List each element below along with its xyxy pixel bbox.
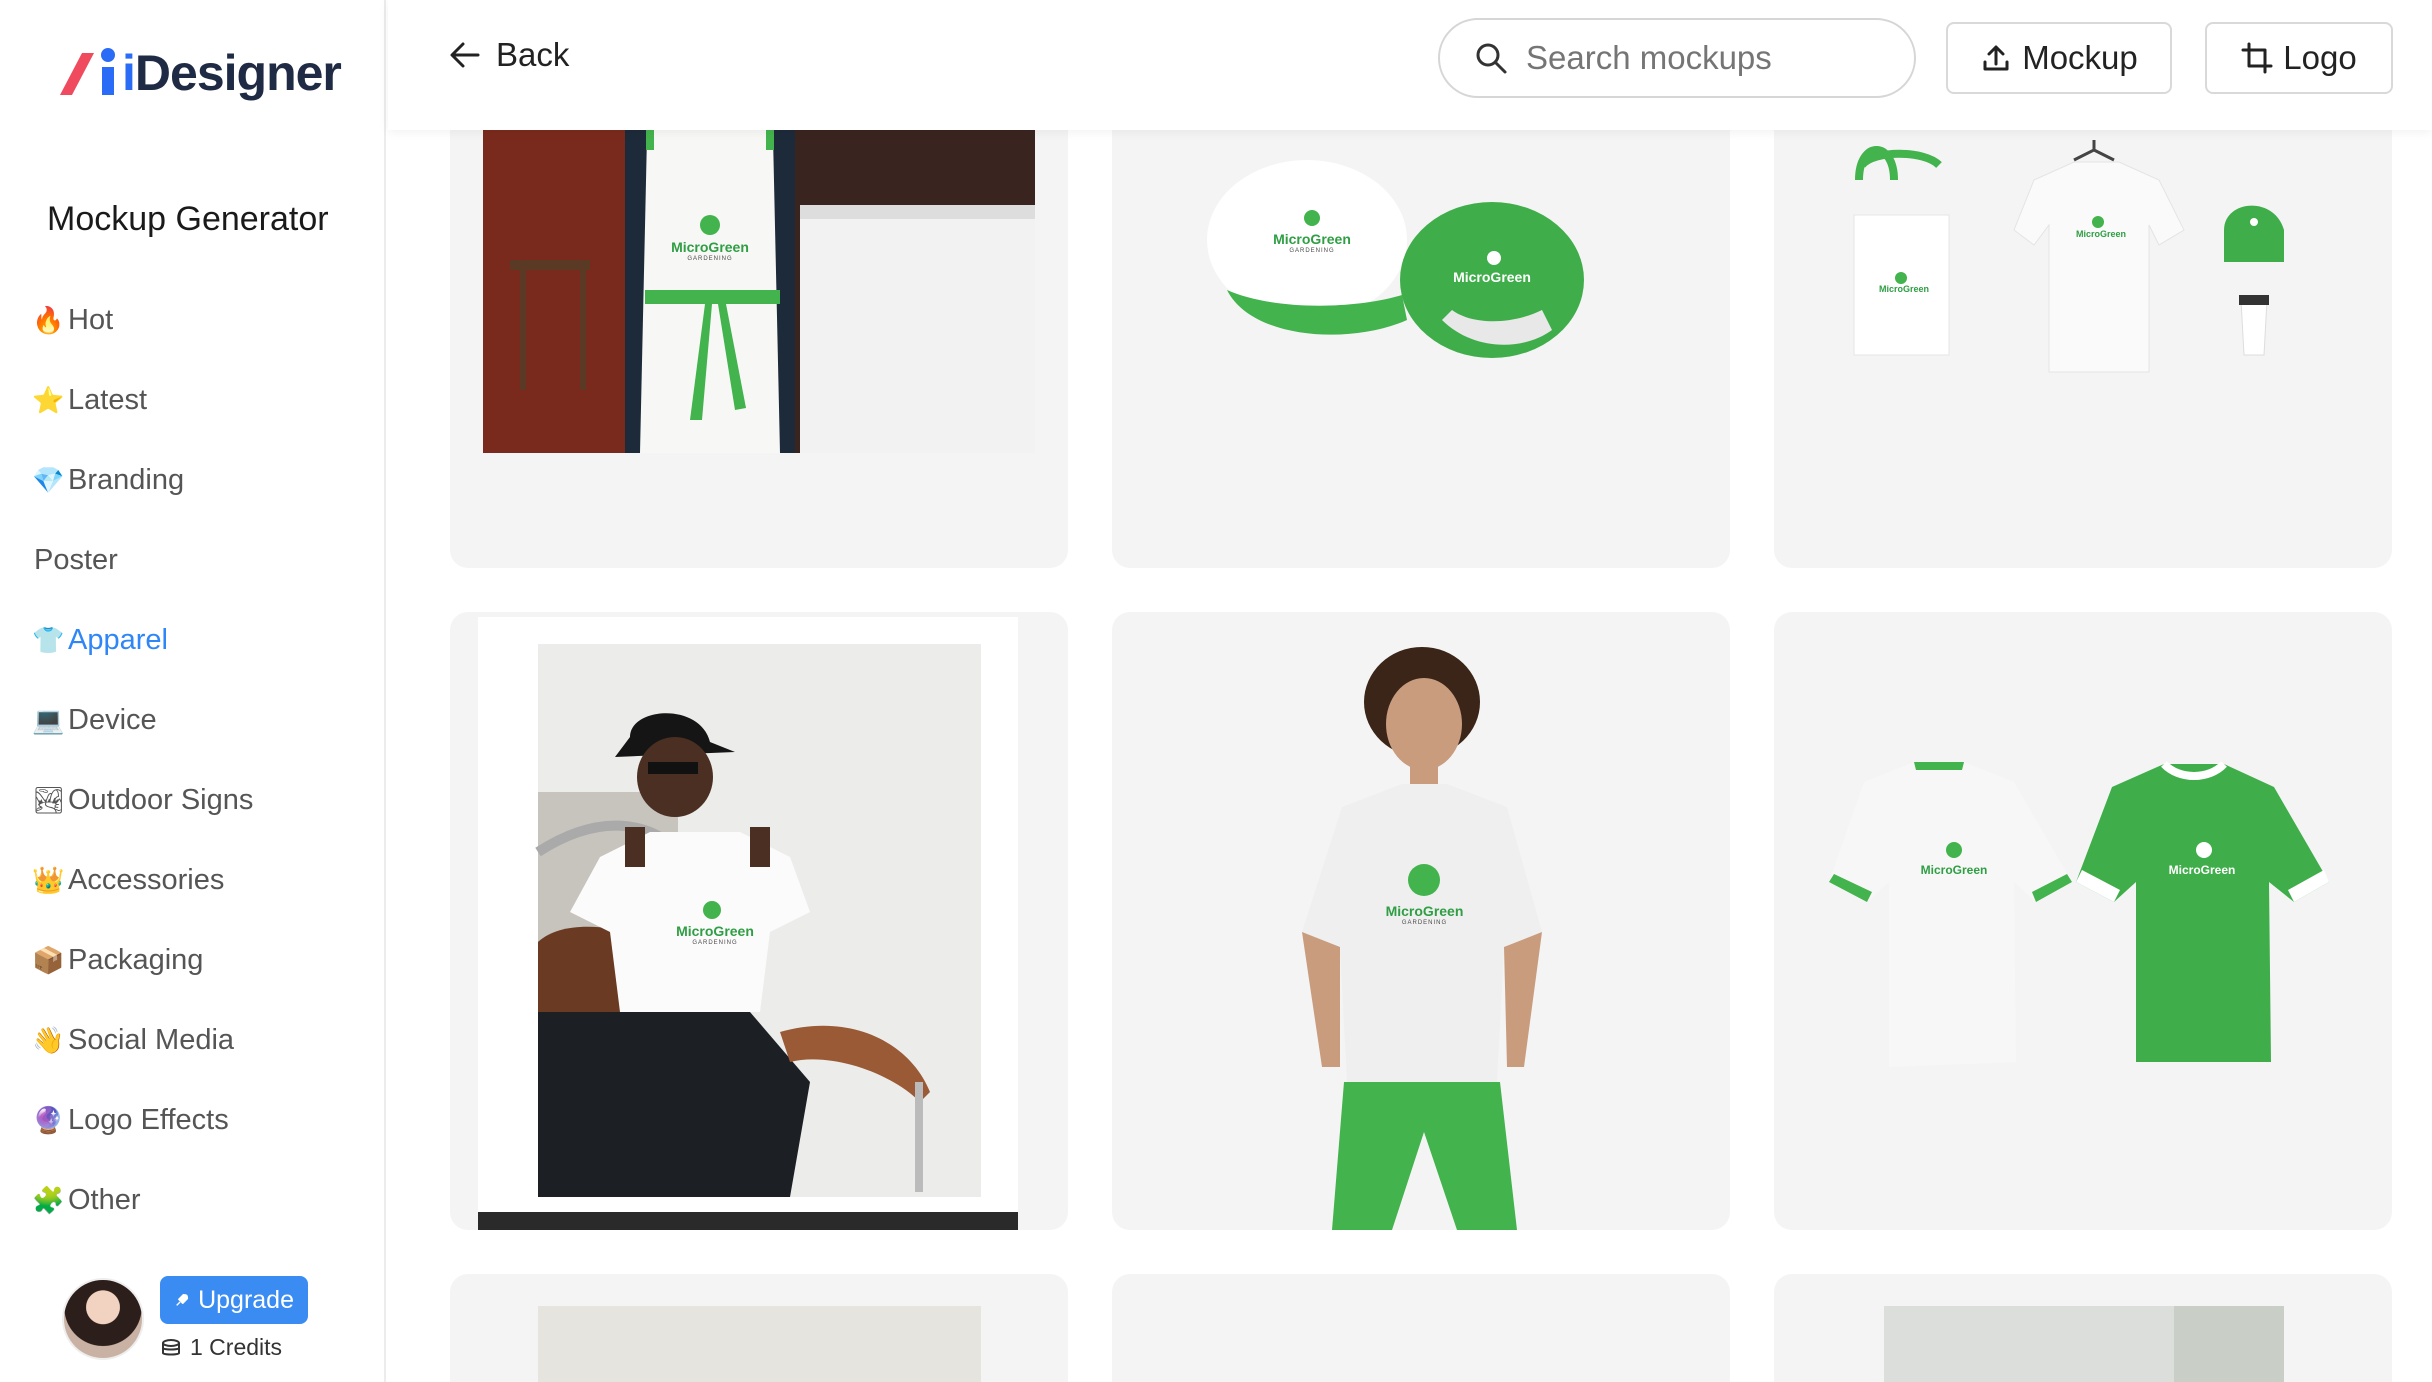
nav-label: Latest <box>68 383 147 416</box>
crop-logo-button[interactable]: Logo <box>2205 22 2393 94</box>
nav-label: Social Media <box>68 1023 235 1056</box>
laptop-icon: 💻 <box>32 704 65 735</box>
nav-label: Branding <box>68 463 185 496</box>
search-input[interactable] <box>1526 39 1886 77</box>
package-icon: 📦 <box>32 944 65 975</box>
nav-item-latest[interactable]: ⭐ Latest <box>32 360 362 440</box>
sidebar: iDesigner Mockup Generator 🔥 Hot ⭐ Latest … <box>0 0 386 1382</box>
sidebar-title: Mockup Generator <box>47 200 329 238</box>
nav-label: Accessories <box>68 863 225 896</box>
nav-item-packaging[interactable]: 📦 Packaging <box>32 920 362 1000</box>
brand-caption: MicroGreen <box>1878 284 1929 294</box>
mockup-card-row3-3[interactable] <box>1774 1274 2392 1382</box>
category-nav: 🔥 Hot ⭐ Latest 💎 Branding Poster 👕 Apparel 💻… <box>32 280 362 1240</box>
nav-label: Apparel <box>68 623 168 656</box>
crystal-ball-icon: 🔮 <box>32 1104 65 1135</box>
ringer-tees-mockup-image <box>1829 761 2329 1067</box>
crown-icon: 👑 <box>32 864 65 895</box>
nav-item-accessories[interactable]: 👑 Accessories <box>32 840 362 920</box>
mockup-card-standing-tshirt[interactable]: MicroGreen GARDENING <box>1112 612 1730 1230</box>
nav-item-hot[interactable]: 🔥 Hot <box>32 280 362 360</box>
back-label: Back <box>496 36 570 73</box>
upload-mockup-button[interactable]: Mockup <box>1946 22 2172 94</box>
nav-label: Hot <box>68 303 114 336</box>
upgrade-button[interactable]: Upgrade <box>160 1276 308 1324</box>
nav-label: Device <box>68 703 157 736</box>
logo-button-label: Logo <box>2283 39 2357 76</box>
crop-icon <box>2241 42 2273 74</box>
landscape-icon: 🏞 <box>32 784 66 815</box>
puzzle-icon: 🧩 <box>32 1184 65 1215</box>
nav-item-outdoor-signs[interactable]: 🏞 Outdoor Signs <box>32 760 362 840</box>
coins-icon <box>162 1338 180 1355</box>
upload-icon <box>1983 45 2009 71</box>
mockup-image-partial <box>538 1306 981 1382</box>
credits-label: 1 Credits <box>190 1334 283 1360</box>
brand-caption: MicroGreen GARDENING <box>1273 231 1351 254</box>
fire-icon: 🔥 <box>32 304 65 335</box>
brand-caption: MicroGreen <box>1453 269 1531 285</box>
user-panel: Upgrade 1 Credits <box>62 1276 308 1361</box>
nav-item-device[interactable]: 💻 Device <box>32 680 362 760</box>
nav-item-logo-effects[interactable]: 🔮 Logo Effects <box>32 1080 362 1160</box>
search-icon <box>1476 43 1507 74</box>
mockup-card-row3-1[interactable] <box>450 1274 1068 1382</box>
top-header: Back Mockup Logo <box>388 0 2432 130</box>
mockup-card-row3-2[interactable] <box>1112 1274 1730 1382</box>
gem-icon: 💎 <box>32 464 65 495</box>
nav-item-social-media[interactable]: 👋 Social Media <box>32 1000 362 1080</box>
nav-label: Logo Effects <box>68 1103 229 1136</box>
mockup-card-seated-tshirt[interactable]: MicroGreen GARDENING <box>450 612 1068 1230</box>
wave-icon: 👋 <box>32 1024 65 1055</box>
nav-label: Other <box>68 1183 141 1216</box>
nav-item-apparel[interactable]: 👕 Apparel <box>32 600 362 680</box>
back-button[interactable]: Back <box>448 36 569 74</box>
brand-caption: MicroGreen GARDENING <box>676 923 754 946</box>
avatar[interactable] <box>62 1277 144 1360</box>
search-box[interactable] <box>1438 18 1916 98</box>
brand-caption: MicroGreen <box>2075 229 2126 239</box>
nav-label: Packaging <box>68 943 204 976</box>
nav-item-poster[interactable]: Poster <box>32 520 362 600</box>
brand-caption: MicroGreen <box>1920 863 1988 877</box>
brand-caption: MicroGreen GARDENING <box>671 239 749 262</box>
nav-label: Outdoor Signs <box>68 783 254 816</box>
brand-caption: MicroGreen <box>2168 863 2236 877</box>
brand-logo[interactable]: iDesigner <box>56 44 342 102</box>
upgrade-label: Upgrade <box>198 1285 294 1314</box>
credits: 1 Credits <box>160 1334 308 1361</box>
brand-caption: MicroGreen GARDENING <box>1385 903 1464 926</box>
logo-mark-icon <box>56 45 118 101</box>
arrow-left-icon <box>450 42 480 68</box>
nav-label: Poster <box>34 543 118 576</box>
tshirt-icon: 👕 <box>32 624 65 655</box>
star-icon: ⭐ <box>32 384 65 415</box>
logo-text: iDesigner <box>122 45 342 101</box>
rocket-icon <box>176 1293 189 1306</box>
mockup-image-partial <box>1884 1306 2284 1382</box>
mockup-button-label: Mockup <box>2022 39 2138 76</box>
nav-item-other[interactable]: 🧩 Other <box>32 1160 362 1240</box>
nav-item-branding[interactable]: 💎 Branding <box>32 440 362 520</box>
seated-model-mockup-image <box>478 617 1018 1230</box>
mockup-card-ringer-tees[interactable]: MicroGreen MicroGreen <box>1774 612 2392 1230</box>
